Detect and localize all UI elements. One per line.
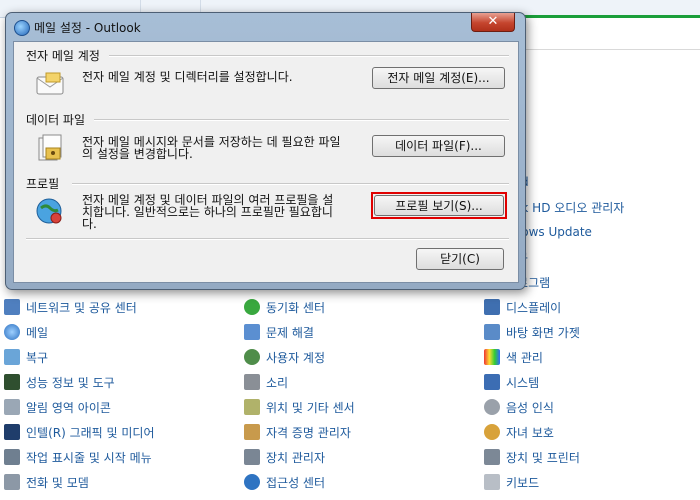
accessibility-icon — [244, 474, 260, 490]
cp-item-keyboard[interactable]: 키보드 — [484, 472, 539, 492]
cp-item-printer[interactable]: 장치 및 프린터 — [484, 447, 580, 467]
notification-icon — [4, 399, 20, 415]
profiles-icon — [36, 198, 62, 224]
cp-item-recovery[interactable]: 복구 — [4, 347, 48, 367]
sound-icon — [244, 374, 260, 390]
gadgets-icon — [484, 324, 500, 340]
show-profiles-button[interactable]: 프로필 보기(S)... — [374, 195, 504, 216]
color-icon — [484, 349, 500, 365]
credential-icon — [244, 424, 260, 440]
phone-icon — [4, 474, 20, 490]
network-icon — [4, 299, 20, 315]
printer-icon — [484, 449, 500, 465]
email-accounts-button[interactable]: 전자 메일 계정(E)... — [372, 67, 505, 89]
cp-item-sync[interactable]: 동기화 센터 — [244, 297, 325, 317]
cp-item-taskbar[interactable]: 작업 표시줄 및 시작 메뉴 — [4, 447, 152, 467]
close-dialog-button[interactable]: 닫기(C) — [416, 248, 504, 270]
performance-icon — [4, 374, 20, 390]
recovery-icon — [4, 349, 20, 365]
close-icon[interactable]: ✕ — [471, 13, 515, 32]
user-accounts-icon — [244, 349, 260, 365]
email-accounts-description: 전자 메일 계정 및 디렉터리를 설정합니다. — [82, 70, 293, 84]
parental-icon — [484, 424, 500, 440]
cp-item-sound[interactable]: 소리 — [244, 372, 288, 392]
troubleshoot-icon — [244, 324, 260, 340]
keyboard-icon — [484, 474, 500, 490]
system-icon — [484, 374, 500, 390]
section-title-profiles: 프로필 — [26, 175, 64, 192]
dialog-title: 메일 설정 - Outlook — [34, 21, 141, 35]
cp-item-device-manager[interactable]: 장치 관리자 — [244, 447, 325, 467]
intel-graphics-icon — [4, 424, 20, 440]
cp-item-accessibility[interactable]: 접근성 센터 — [244, 472, 325, 492]
section-title-data-files: 데이터 파일 — [26, 111, 90, 128]
group-divider — [109, 55, 509, 57]
cp-item-color[interactable]: 색 관리 — [484, 347, 543, 367]
cp-item-gadgets[interactable]: 바탕 화면 가젯 — [484, 322, 580, 342]
taskbar-icon — [4, 449, 20, 465]
cp-item-user-accounts[interactable]: 사용자 계정 — [244, 347, 325, 367]
mail-app-icon — [14, 20, 30, 36]
footer-divider — [26, 238, 509, 240]
search-bar-area[interactable] — [520, 23, 700, 50]
cp-item-network[interactable]: 네트워크 및 공유 센터 — [4, 297, 137, 317]
data-files-icon — [38, 134, 62, 161]
cp-item-troubleshoot[interactable]: 문제 해결 — [244, 322, 314, 342]
cp-item-system[interactable]: 시스템 — [484, 372, 539, 392]
cp-item-parental[interactable]: 자녀 보호 — [484, 422, 554, 442]
cp-item-speech[interactable]: 음성 인식 — [484, 397, 554, 417]
cp-item-mail[interactable]: 메일 — [4, 322, 48, 342]
dialog-titlebar[interactable]: 메일 설정 - Outlook ✕ — [6, 13, 525, 41]
sync-icon — [244, 299, 260, 315]
group-divider — [72, 183, 509, 185]
cp-item-notification[interactable]: 알림 영역 아이콘 — [4, 397, 111, 417]
sensor-icon — [244, 399, 260, 415]
profiles-description: 전자 메일 계정 및 데이터 파일의 여러 프로필을 설 치합니다. 일반적으로… — [82, 193, 334, 231]
cp-item-display[interactable]: 디스플레이 — [484, 297, 561, 317]
data-files-button[interactable]: 데이터 파일(F)... — [372, 135, 505, 157]
cp-item-sensor[interactable]: 위치 및 기타 센서 — [244, 397, 355, 417]
address-progress-bar — [520, 15, 700, 18]
cp-item-performance[interactable]: 성능 정보 및 도구 — [4, 372, 115, 392]
email-accounts-icon — [36, 72, 64, 95]
cp-item-intel[interactable]: 인텔(R) 그래픽 및 미디어 — [4, 422, 155, 442]
speech-icon — [484, 399, 500, 415]
mail-setup-dialog: 메일 설정 - Outlook ✕ 전자 메일 계정 전자 메일 계정 및 디렉… — [5, 12, 526, 290]
cp-item-credential[interactable]: 자격 증명 관리자 — [244, 422, 351, 442]
group-divider — [94, 119, 509, 121]
cp-item-phone[interactable]: 전화 및 모뎀 — [4, 472, 89, 492]
data-files-description: 전자 메일 메시지와 문서를 저장하는 데 필요한 파일 의 설정을 변경합니다… — [82, 135, 341, 161]
dialog-client-area: 전자 메일 계정 전자 메일 계정 및 디렉터리를 설정합니다. 전자 메일 계… — [13, 41, 519, 283]
display-icon — [484, 299, 500, 315]
device-manager-icon — [244, 449, 260, 465]
section-title-email-accounts: 전자 메일 계정 — [26, 47, 104, 64]
mail-icon — [4, 324, 20, 340]
